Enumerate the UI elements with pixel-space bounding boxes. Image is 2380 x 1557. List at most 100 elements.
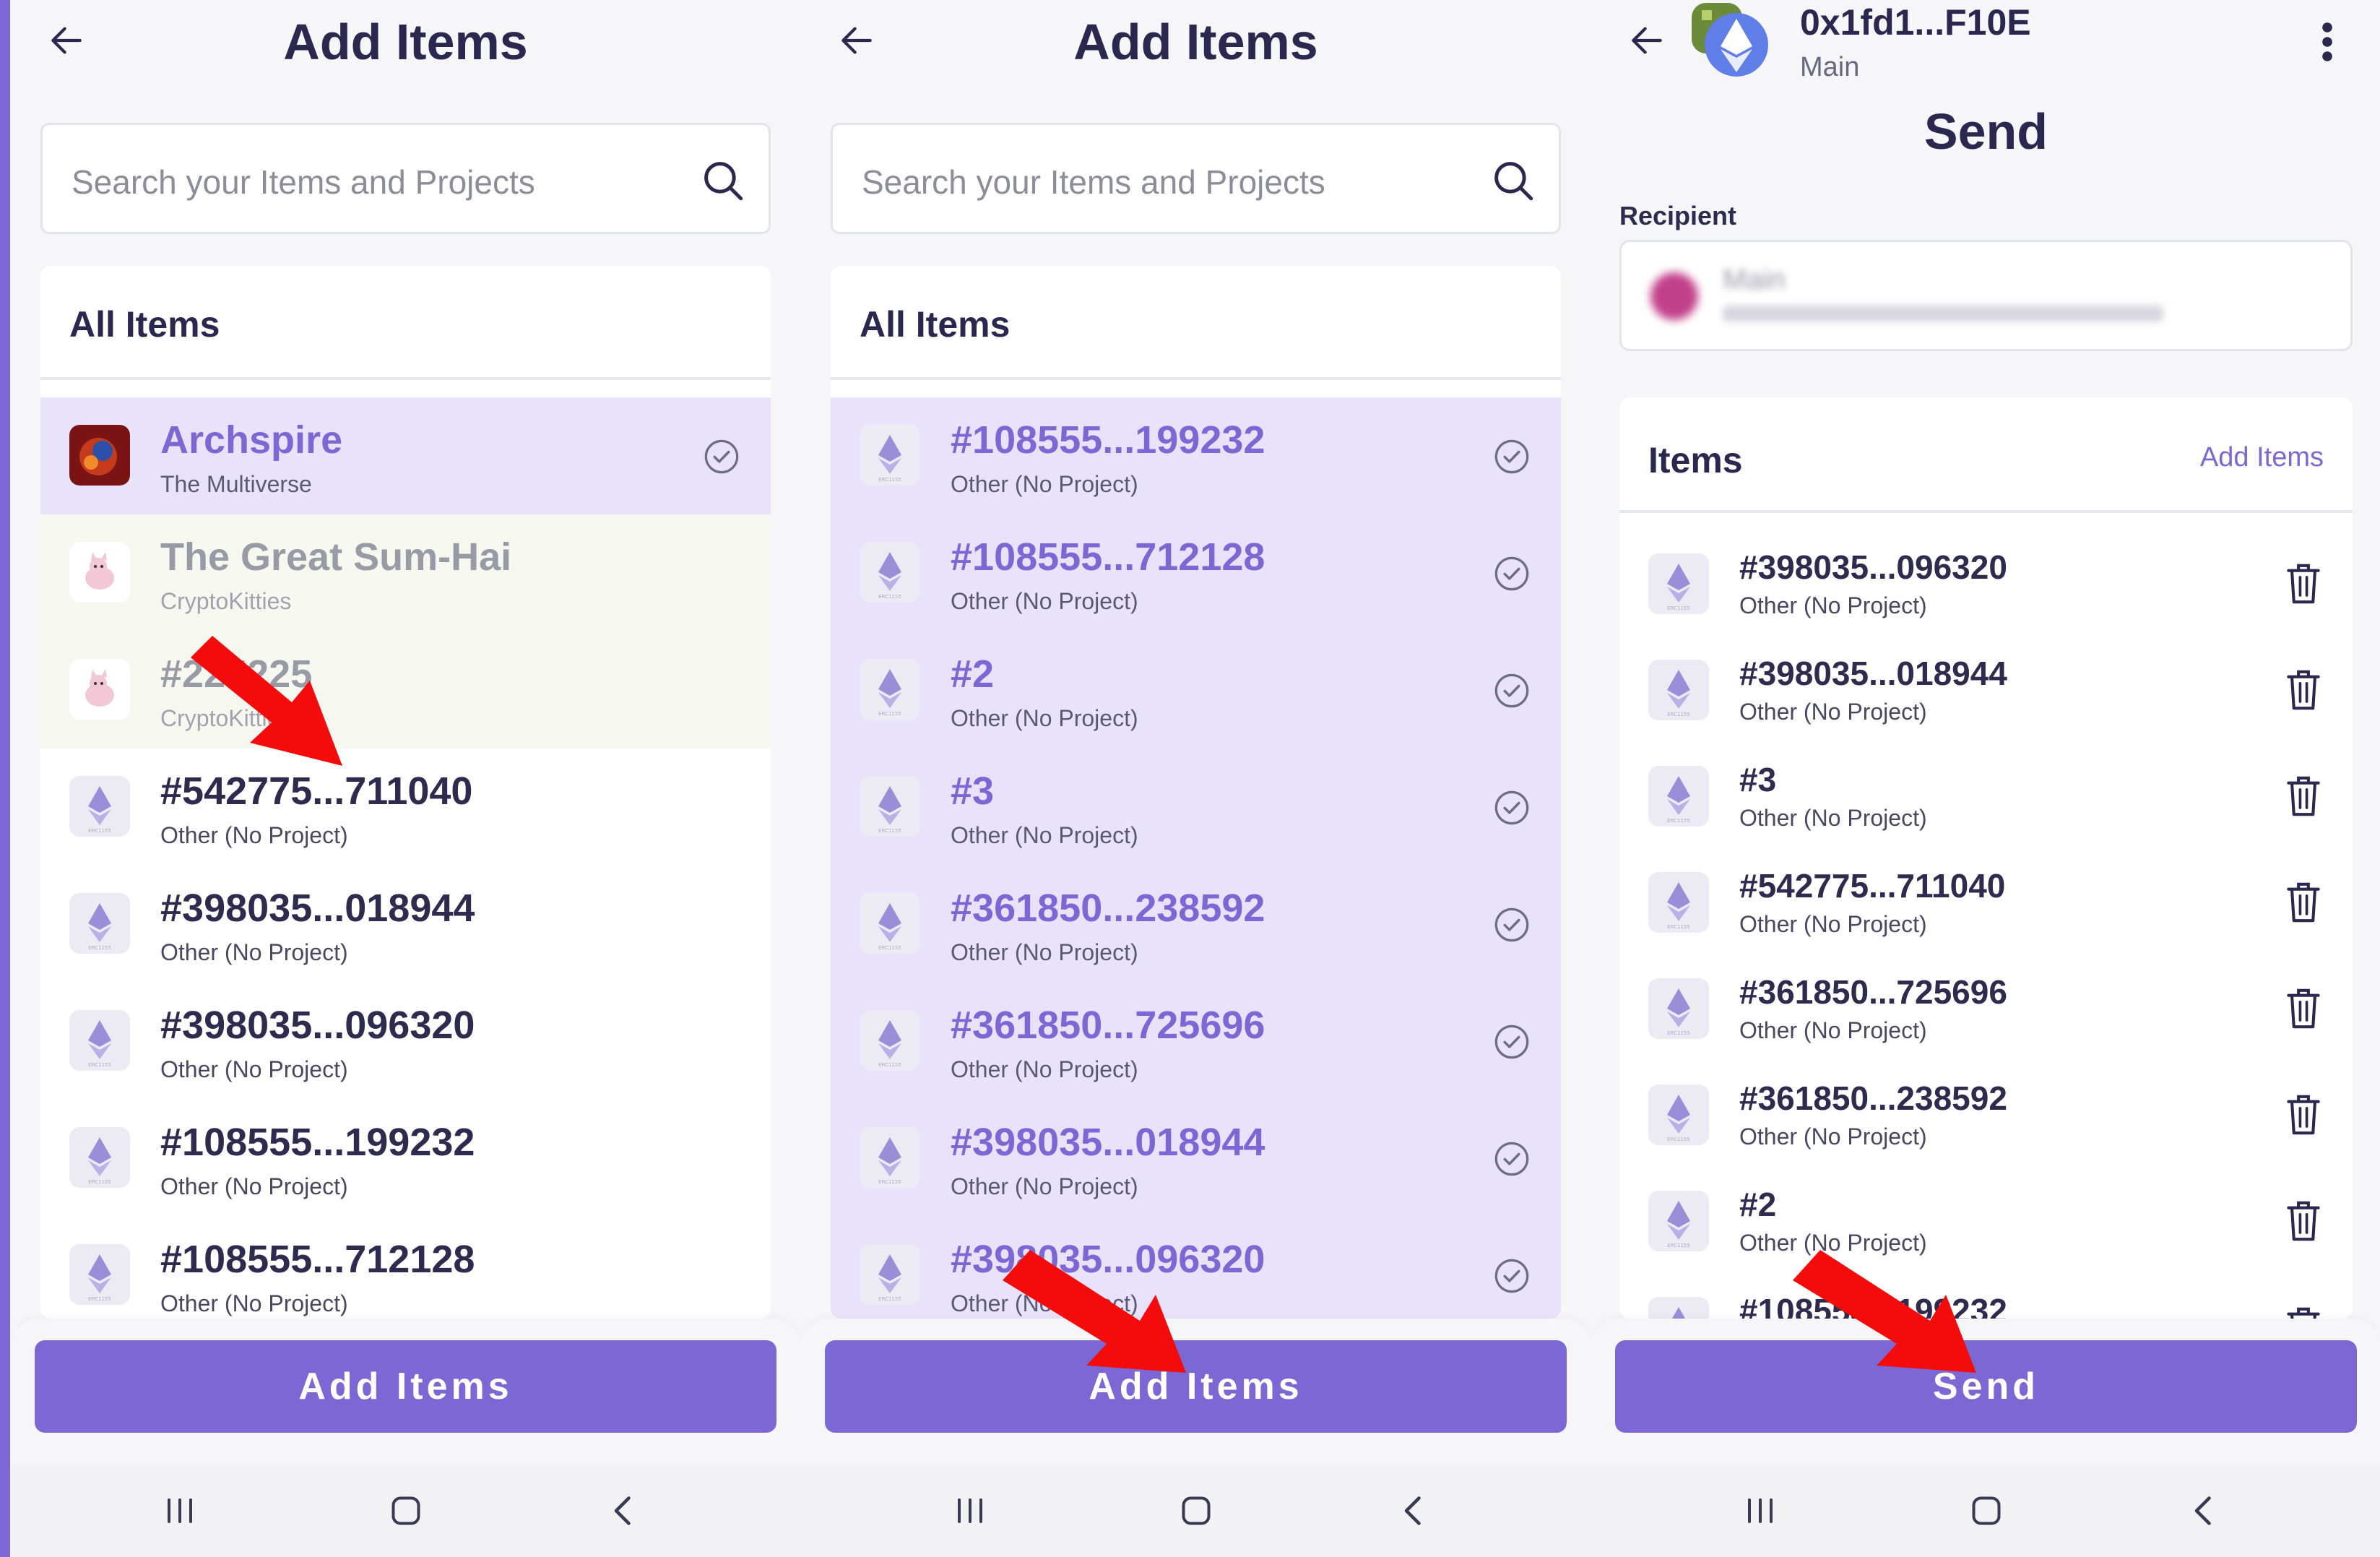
recent-apps-icon[interactable] [1739,1489,1782,1532]
trash-icon[interactable] [2283,561,2324,607]
items-list: Archspire The Multiverse The Great Sum-Hai… [40,397,771,1319]
arrow-left-icon[interactable] [1627,20,1667,61]
add-items-screen-2: Add Items Search your Items and Projects… [800,0,1591,1557]
trash-icon[interactable] [2283,1198,2324,1244]
item-project: Other (No Project) [1739,1123,1927,1150]
recipient-name: Main [1723,264,1786,296]
search-input[interactable]: Search your Items and Projects [40,123,771,234]
item-thumbnail: ERC1155 [860,1010,920,1071]
selected-items-list: ERC1155 #398035...096320 Other (No Project… [1619,532,2353,1319]
list-item[interactable]: The Great Sum-Hai CryptoKitties [40,514,771,631]
list-item[interactable]: ERC1155 #398035...096320 Other (No Project… [40,983,771,1100]
item-thumbnail: ERC1155 [860,542,920,603]
add-items-screen-1: Add Items Search your Items and Projects… [10,0,801,1557]
item-thumbnail: ERC1155 [860,425,920,486]
list-item[interactable]: ERC1155 #108555...712128 Other (No Project… [831,514,1561,631]
items-label: Items [1648,440,1743,480]
list-item[interactable]: ERC1155 #108555...199232 Other (No Project… [40,1100,771,1217]
account-avatar[interactable] [1692,3,1771,78]
svg-text:ERC1155: ERC1155 [88,1062,111,1068]
page-title: Send [1924,103,2048,160]
list-item[interactable]: ERC1155 #361850...238592 Other (No Project… [831,866,1561,983]
item-name: #108555...712128 [951,535,1265,579]
check-circle-icon[interactable] [1493,555,1531,592]
trash-icon[interactable] [2283,1092,2324,1138]
svg-text:ERC1155: ERC1155 [878,594,901,600]
account-label: Main [1800,52,1860,82]
list-item[interactable]: Archspire The Multiverse [40,397,771,514]
item-project: Other (No Project) [951,1056,1138,1082]
back-nav-icon[interactable] [602,1489,645,1532]
svg-text:ERC1155: ERC1155 [1667,1137,1690,1142]
home-icon[interactable] [1965,1489,2008,1532]
item-project: Other (No Project) [160,1056,348,1082]
trash-icon[interactable] [2283,1304,2324,1319]
item-thumbnail: ERC1155 [1648,660,1709,720]
add-items-button[interactable]: Add Items [35,1340,776,1433]
system-nav-bar [1591,1465,2380,1557]
home-icon[interactable] [1174,1489,1218,1532]
list-item[interactable]: ERC1155 #2 Other (No Project) [831,631,1561,749]
check-circle-icon[interactable] [1493,1140,1531,1178]
kebab-menu-icon[interactable] [2316,20,2338,64]
check-circle-icon[interactable] [1493,1257,1531,1295]
recipient-field[interactable]: Main [1619,240,2353,351]
check-circle-icon[interactable] [1493,789,1531,827]
back-nav-icon[interactable] [2182,1489,2225,1532]
list-item[interactable]: #225225CryptoKitties [40,631,771,749]
list-item[interactable]: ERC1155 #361850...725696 Other (No Project… [831,983,1561,1100]
svg-text:ERC1155: ERC1155 [878,477,901,483]
trash-icon[interactable] [2283,879,2324,926]
svg-text:ERC1155: ERC1155 [1667,1243,1690,1248]
home-icon[interactable] [384,1489,428,1532]
list-item[interactable]: ERC1155 #542775...711040 Other (No Project… [40,749,771,866]
item-thumbnail: ERC1155 [69,1244,130,1305]
recent-apps-icon[interactable] [948,1489,992,1532]
items-list-card: All Items ERC1155 #108555...199232 Other (… [831,266,1561,1319]
red-arrow-annotation [191,636,342,766]
trash-icon[interactable] [2283,667,2324,713]
trash-icon[interactable] [2283,773,2324,819]
svg-text:ERC1155: ERC1155 [878,945,901,951]
items-header: Items Add Items [1619,397,2353,513]
item-project: Other (No Project) [160,1290,348,1316]
item-thumbnail: ERC1155 [1648,553,1709,614]
svg-text:ERC1155: ERC1155 [1667,818,1690,824]
list-item: ERC1155 #398035...018944 Other (No Project… [1619,638,2353,744]
item-name: #398035...018944 [1739,655,2007,692]
search-input[interactable]: Search your Items and Projects [831,123,1561,234]
add-items-link[interactable]: Add Items [2200,442,2324,473]
svg-text:ERC1155: ERC1155 [1667,924,1690,930]
item-name: #398035...018944 [951,1121,1265,1164]
account-address: 0x1fd1...F10E [1800,2,2031,43]
search-icon[interactable] [699,157,747,204]
section-header: All Items [40,266,771,380]
check-circle-icon[interactable] [1493,906,1531,944]
check-circle-icon[interactable] [1493,672,1531,710]
back-nav-icon[interactable] [1392,1489,1435,1532]
list-item[interactable]: ERC1155 #398035...018944 Other (No Project… [831,1100,1561,1217]
item-name: #361850...238592 [951,887,1265,930]
section-label: All Items [860,304,1011,345]
item-project: Other (No Project) [951,939,1138,965]
search-icon[interactable] [1489,157,1537,204]
check-circle-icon[interactable] [1493,1023,1531,1061]
list-item[interactable]: ERC1155 #108555...199232 Other (No Project… [831,397,1561,514]
list-item[interactable]: ERC1155 #3 Other (No Project) [831,749,1561,866]
list-item[interactable]: ERC1155 #108555...712128 Other (No Project… [40,1217,771,1319]
red-arrow-annotation [1003,1250,1186,1373]
item-project: Other (No Project) [160,822,348,848]
list-item[interactable]: ERC1155 #398035...018944 Other (No Project… [40,866,771,983]
item-project: Other (No Project) [1739,805,1927,831]
item-name: #2 [1739,1186,1777,1223]
recent-apps-icon[interactable] [158,1489,202,1532]
recipient-avatar [1650,272,1698,320]
trash-icon[interactable] [2283,985,2324,1032]
item-project: Other (No Project) [160,1173,348,1199]
check-circle-icon[interactable] [703,438,740,475]
check-circle-icon[interactable] [1493,438,1531,475]
red-arrow-annotation [1793,1250,1976,1373]
item-project: Other (No Project) [1739,592,1927,618]
svg-text:ERC1155: ERC1155 [1667,605,1690,611]
svg-text:ERC1155: ERC1155 [878,1179,901,1185]
